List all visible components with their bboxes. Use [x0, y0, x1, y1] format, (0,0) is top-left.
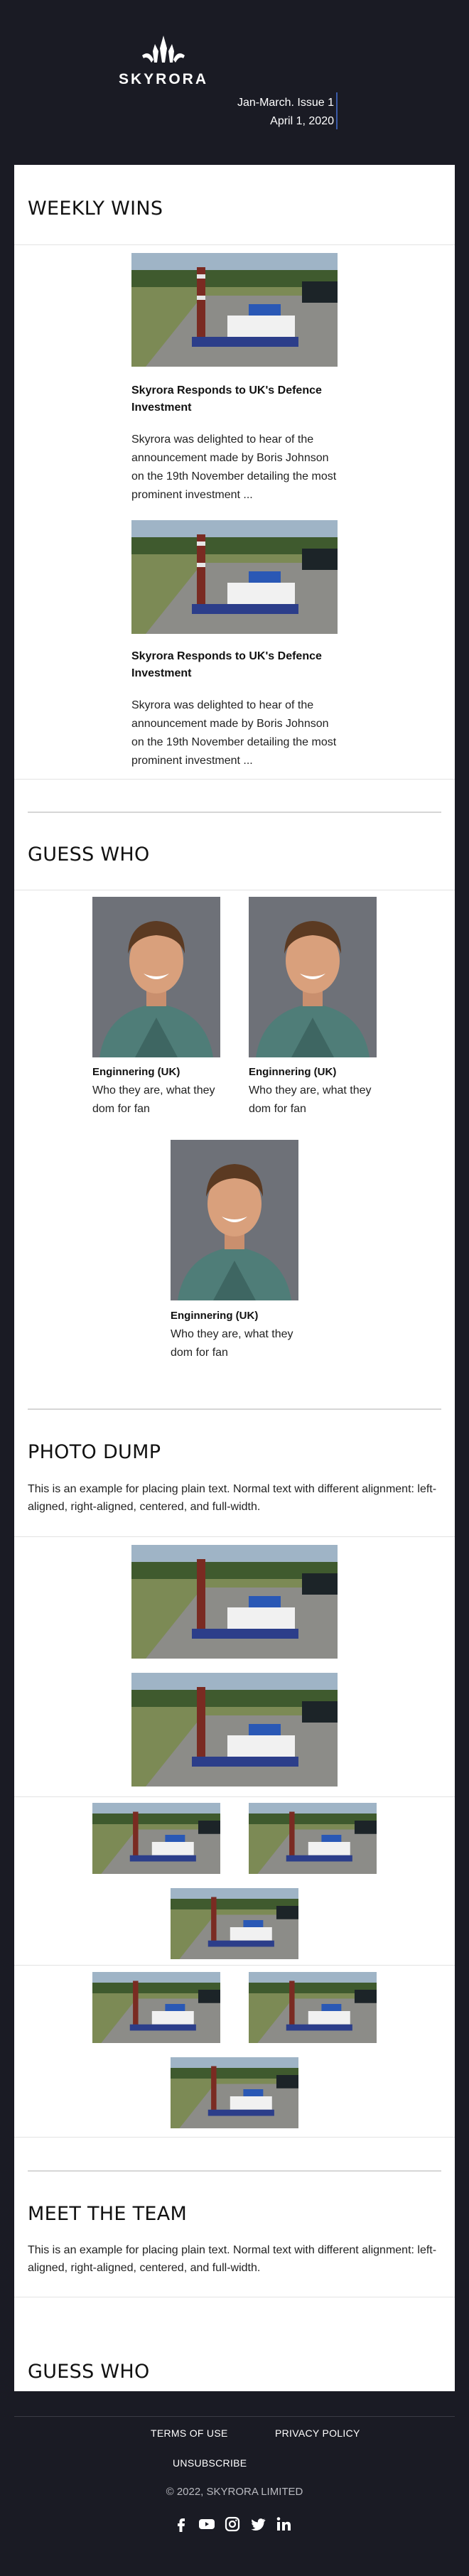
divider: [14, 1796, 455, 1797]
newsletter-body: WEEKLY WINS Skyrora Responds to UK's Def…: [14, 165, 455, 2391]
gallery-image[interactable]: [131, 1673, 338, 1787]
email-header: SKYRORA Jan-March. Issue 1 April 1, 2020: [0, 0, 469, 165]
section-title-meet-the-team: MEET THE TEAM: [28, 2203, 188, 2225]
gallery-thumbnail[interactable]: [92, 1972, 220, 2043]
issue-info: Jan-March. Issue 1 April 1, 2020: [237, 94, 334, 131]
section-divider: [28, 2170, 441, 2172]
rocket-site-photo: [131, 520, 338, 634]
article-image[interactable]: [131, 520, 338, 634]
rocket-site-photo: [171, 2057, 298, 2128]
person-photo[interactable]: [249, 897, 377, 1057]
person-name: Enginnering (UK): [92, 1066, 180, 1078]
instagram-icon[interactable]: [222, 2514, 242, 2534]
gallery-thumbnail[interactable]: [92, 1803, 220, 1874]
section-title-weekly-wins: WEEKLY WINS: [28, 198, 163, 220]
rocket-site-photo: [171, 1888, 298, 1959]
section-title-photo-dump: PHOTO DUMP: [28, 1441, 161, 1463]
terms-of-use-link[interactable]: TERMS OF USE: [151, 2427, 228, 2439]
footer-divider: [14, 2416, 455, 2417]
divider: [14, 1965, 455, 1966]
gallery-image[interactable]: [131, 1545, 338, 1659]
divider: [14, 779, 455, 780]
rocket-site-photo: [92, 1972, 220, 2043]
rocket-site-photo: [131, 1545, 338, 1659]
rocket-site-photo: [249, 1972, 377, 2043]
meet-team-text: This is an example for placing plain tex…: [28, 2244, 437, 2274]
issue-line: Jan-March. Issue 1: [237, 97, 334, 109]
person-description: Who they are, what they dom for fan: [171, 1328, 293, 1359]
youtube-icon[interactable]: [197, 2514, 217, 2534]
unsubscribe-link[interactable]: UNSUBSCRIBE: [173, 2457, 247, 2469]
person-name: Enginnering (UK): [171, 1310, 259, 1322]
linkedin-icon[interactable]: [274, 2514, 293, 2534]
section-title-guess-who-2: GUESS WHO: [28, 2361, 150, 2383]
divider: [14, 2137, 455, 2138]
issue-date: April 1, 2020: [270, 115, 334, 127]
person-photo[interactable]: [92, 897, 220, 1057]
rocket-site-photo: [131, 253, 338, 367]
section-title-guess-who: GUESS WHO: [28, 844, 150, 866]
person-name: Enginnering (UK): [249, 1066, 337, 1078]
article-headline[interactable]: Skyrora Responds to UK's Defence Investm…: [131, 648, 338, 682]
article-headline[interactable]: Skyrora Responds to UK's Defence Investm…: [131, 382, 338, 416]
portrait-photo: [249, 897, 377, 1057]
divider: [14, 1536, 455, 1537]
person-description: Who they are, what they dom for fan: [249, 1084, 372, 1115]
portrait-photo: [92, 897, 220, 1057]
twitter-icon[interactable]: [248, 2514, 268, 2534]
issue-accent-bar: [336, 92, 338, 129]
portrait-photo: [171, 1140, 298, 1300]
copyright-text: © 2022, SKYRORA LIMITED: [166, 2486, 303, 2498]
section-divider: [28, 1408, 441, 1410]
section-divider: [28, 812, 441, 813]
article-excerpt: Skyrora was delighted to hear of the ann…: [131, 699, 337, 767]
photo-dump-text: This is an example for placing plain tex…: [28, 1483, 437, 1513]
divider: [14, 244, 455, 245]
gallery-thumbnail[interactable]: [171, 2057, 298, 2128]
rocket-site-photo: [92, 1803, 220, 1874]
gallery-thumbnail[interactable]: [249, 1972, 377, 2043]
skyrora-logo[interactable]: SKYRORA: [118, 34, 209, 88]
person-description: Who they are, what they dom for fan: [92, 1084, 215, 1115]
gallery-thumbnail[interactable]: [249, 1803, 377, 1874]
article-image[interactable]: [131, 253, 338, 367]
article-excerpt: Skyrora was delighted to hear of the ann…: [131, 433, 337, 501]
rocket-site-photo: [249, 1803, 377, 1874]
gallery-thumbnail[interactable]: [171, 1888, 298, 1959]
facebook-icon[interactable]: [171, 2514, 191, 2534]
brand-wordmark: SKYRORA: [118, 71, 208, 87]
rocket-logo-icon: [142, 36, 185, 63]
person-photo[interactable]: [171, 1140, 298, 1300]
privacy-policy-link[interactable]: PRIVACY POLICY: [275, 2427, 360, 2439]
rocket-site-photo: [131, 1673, 338, 1787]
